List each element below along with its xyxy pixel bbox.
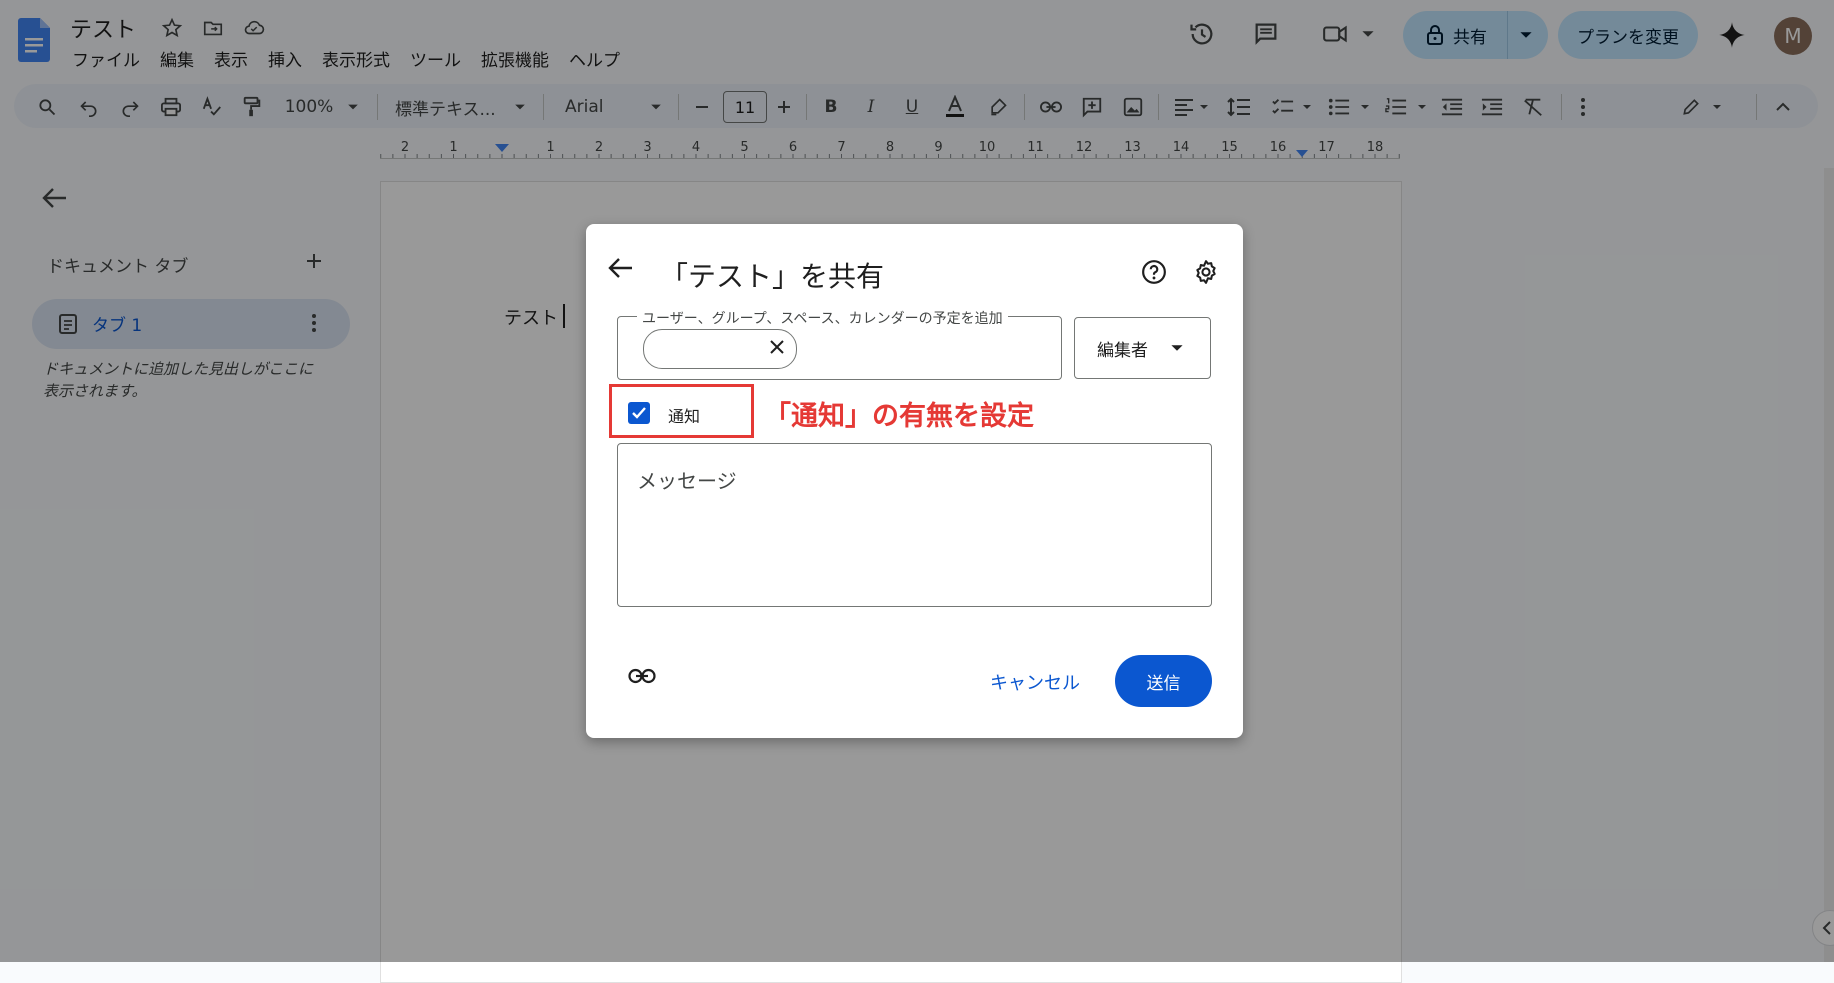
- help-icon[interactable]: [1141, 259, 1167, 289]
- copy-link-icon[interactable]: [628, 668, 656, 688]
- gear-icon[interactable]: [1193, 259, 1219, 289]
- send-button[interactable]: 送信: [1115, 655, 1212, 707]
- message-placeholder: メッセージ: [637, 469, 737, 493]
- checkmark-icon: [632, 407, 646, 419]
- annotation-text: 「通知」の有無を設定: [764, 401, 1034, 432]
- notify-checkbox-label[interactable]: 通知: [668, 403, 700, 427]
- notify-checkbox[interactable]: [628, 402, 650, 424]
- role-select[interactable]: 編集者: [1074, 317, 1211, 379]
- cancel-button[interactable]: キャンセル: [990, 669, 1080, 695]
- dialog-back-arrow-icon[interactable]: [608, 256, 634, 284]
- role-select-value: 編集者: [1097, 340, 1148, 361]
- dialog-title: 「テスト」を共有: [660, 260, 885, 293]
- role-chevron-down-icon: [1170, 341, 1184, 355]
- recipients-field-label: ユーザー、グループ、スペース、カレンダーの予定を追加: [637, 308, 1008, 328]
- remove-recipient-close-icon[interactable]: [767, 337, 787, 361]
